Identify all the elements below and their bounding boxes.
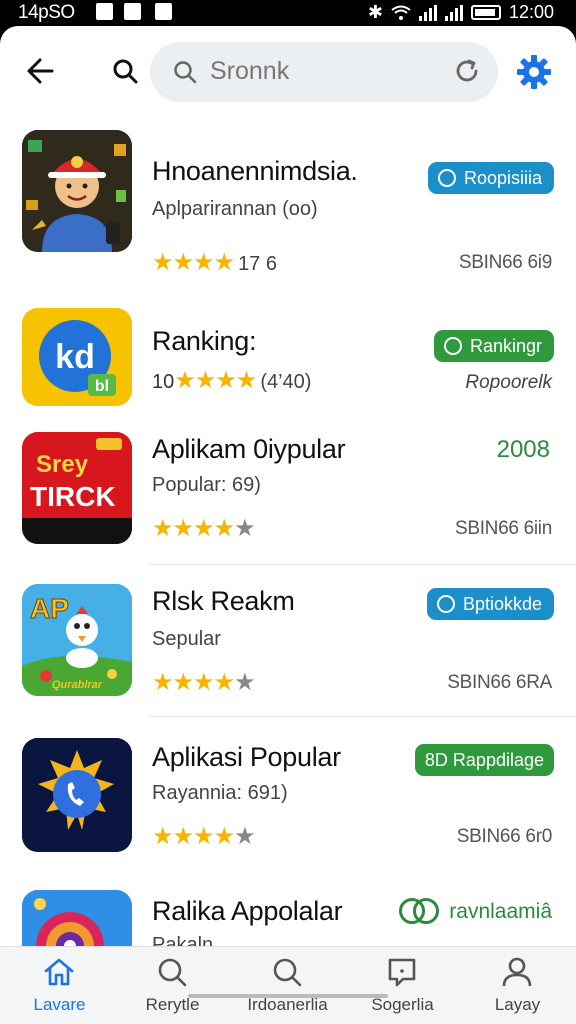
app-icon (22, 738, 132, 852)
rating-count: (4’40) (260, 371, 312, 393)
search-icon (273, 958, 302, 987)
app-screen: Sronnk Hnoanennimdsia. Aplparirannan (oo… (0, 26, 576, 1024)
app-icon: Srey TIRCK (22, 432, 132, 544)
wifi-icon (391, 5, 411, 20)
star-rating: ★★★★★ (152, 669, 256, 696)
notification-icon (124, 3, 141, 20)
status-badge[interactable]: 8D Rappdilage (414, 744, 554, 776)
home-icon (44, 958, 74, 986)
app-code: Ropoorelk (465, 372, 552, 393)
search-placeholder: Sronnk (210, 57, 290, 85)
ranking-badge[interactable]: ravnlaamiâ (399, 898, 552, 926)
star-rating: 10★★★★ (4’40) (152, 367, 312, 394)
badge-label: Roopisiiia (463, 167, 542, 188)
nav-tab-explore[interactable]: Irdoanerlia (230, 947, 345, 1024)
bluetooth-icon: ✱ (367, 2, 383, 22)
chat-icon (388, 958, 416, 987)
gear-icon[interactable] (514, 52, 554, 92)
nav-tab-messages[interactable]: Sogerlia (345, 947, 460, 1024)
app-code: SBIN66 6i9 (458, 252, 552, 273)
nav-tab-home[interactable]: Lavare (2, 947, 117, 1024)
rating-prefix: 10 (152, 371, 175, 393)
app-name: Rlsk Reakm (152, 586, 295, 616)
app-subtitle: Rayannia: 691) (152, 782, 288, 804)
app-name: Hnoanennimdsia. (152, 156, 358, 186)
icon-text-top: Srey (36, 451, 89, 478)
search-icon[interactable] (110, 56, 140, 86)
app-subtitle: Sepular (152, 628, 221, 650)
badge-label: ravnlaamiâ (449, 900, 552, 923)
nav-label: Irdoanerlia (247, 995, 328, 1014)
divider (150, 716, 576, 717)
nav-label: Lavare (33, 995, 86, 1014)
person-icon (502, 957, 532, 987)
icon-text-main: TIRCK (30, 481, 116, 512)
app-name: Ralika Appolalar (152, 896, 343, 926)
star-rating: ★★★★★ (152, 515, 256, 542)
app-code: SBIN66 6RA (447, 672, 552, 693)
search-input[interactable]: Sronnk (150, 42, 498, 102)
top-bar: Sronnk (0, 26, 576, 122)
signal-icon (444, 4, 463, 21)
svg-text:bl: bl (95, 378, 109, 395)
notification-icon (155, 3, 172, 20)
battery-icon (470, 5, 501, 20)
nav-label: Rerytle (145, 995, 200, 1014)
search-icon (174, 61, 197, 84)
app-code: SBIN66 6iin (454, 518, 552, 539)
back-arrow-icon[interactable] (22, 52, 60, 90)
app-icon: kd bl (22, 308, 132, 406)
search-icon (158, 958, 187, 987)
icon-text-main: Qurablrar (52, 679, 103, 691)
app-name: Aplikam 0iypular (152, 434, 346, 464)
refresh-icon[interactable] (452, 56, 482, 86)
status-badge[interactable]: Rankingr (433, 330, 554, 362)
signal-icon (418, 4, 437, 21)
home-indicator[interactable] (188, 994, 388, 998)
badge-label: 8D Rappdilage (424, 749, 544, 770)
bottom-navigation: Lavare Rerytle Irdoanerlia Sogerlia Laya… (0, 946, 576, 1024)
svg-text:kd: kd (55, 338, 95, 376)
nav-label: Sogerlia (371, 995, 434, 1014)
status-badge[interactable]: Bptiokkde (426, 588, 554, 620)
badge-label: Bptiokkde (462, 593, 542, 614)
nav-label: Layay (494, 995, 541, 1014)
app-icon (22, 130, 132, 252)
link-rings-icon (399, 898, 440, 926)
status-bar: 14pSO ✱ 12:00 (0, 0, 576, 26)
icon-text-top: AP (30, 593, 69, 624)
app-name: Aplikasi Popular (152, 742, 341, 772)
app-name: Ranking: (152, 326, 257, 356)
star-rating: ★★★★ 17 6 (152, 249, 277, 276)
divider (150, 564, 576, 565)
app-subtitle: Aplparirannan (oo) (152, 198, 318, 220)
status-clock: 12:00 (508, 2, 554, 22)
app-icon: AP Qurablrar (22, 584, 132, 696)
status-right: ✱ 12:00 (368, 2, 554, 23)
nav-tab-profile[interactable]: Layay (460, 947, 575, 1024)
nav-tab-search[interactable]: Rerytle (115, 947, 230, 1024)
release-year: 2008 (496, 436, 550, 463)
status-time: 14pSO (18, 2, 75, 23)
app-subtitle: Popular: 69) (152, 474, 261, 496)
rating-count: 17 6 (238, 253, 277, 275)
app-code: SBIN66 6r0 (456, 826, 553, 847)
star-rating: ★★★★★ (152, 823, 256, 850)
badge-label: Rankingr (469, 335, 542, 356)
notification-icon (96, 3, 113, 20)
status-badge[interactable]: Roopisiiia (427, 162, 554, 194)
